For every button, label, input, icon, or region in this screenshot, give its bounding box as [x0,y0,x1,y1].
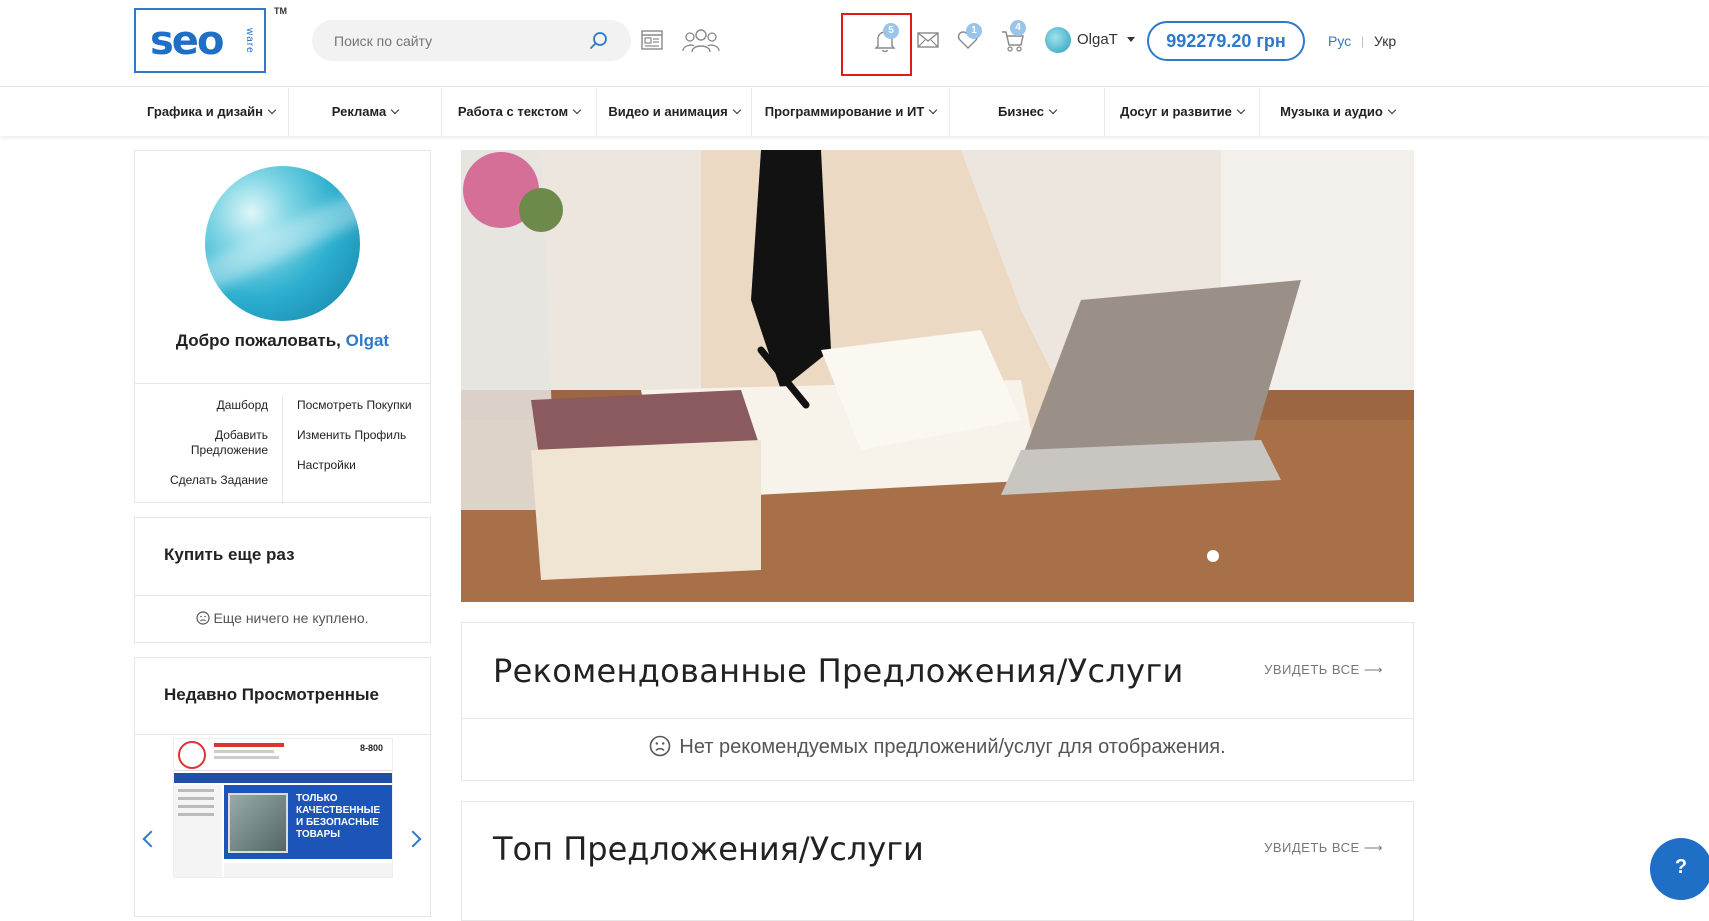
nav-label: Работа с текстом [457,104,569,119]
site-logo[interactable]: seo ware TM [134,6,287,73]
buy-again-empty-text: Еще ничего не куплено. [213,610,369,626]
search-input[interactable] [334,30,574,52]
balance-button[interactable]: 992279.20 грн [1147,21,1305,61]
username-label: OlgaT [1077,31,1118,48]
nav-label: Реклама [331,104,387,119]
next-arrow-icon[interactable] [404,830,422,848]
nav-label: Музыка и аудио [1280,104,1383,119]
nav-label: Графика и дизайн [147,104,263,119]
cart-badge: 4 [1010,20,1026,36]
lang-uk-link[interactable]: Укр [1374,33,1396,49]
welcome-message: Добро пожаловать, Olgat [135,331,430,351]
welcome-username[interactable]: Olgat [346,331,389,350]
recent-item-thumbnail[interactable]: 8-800 ТОЛЬКО КАЧЕСТВЕННЫЕ И БЕЗОПАСНЫЕ Т… [173,738,393,878]
logo-trademark: TM [274,6,287,16]
nav-item-business[interactable]: Бизнес [950,88,1105,136]
create-task-link[interactable]: Сделать Задание [148,473,268,488]
chevron-down-icon [1387,105,1397,115]
see-all-label: УВИДЕТЬ ВСЕ [1264,662,1360,677]
chevron-down-icon [390,105,400,115]
nav-label: Досуг и развитие [1120,104,1232,119]
recommended-empty-text: Нет рекомендуемых предложений/услуг для … [679,736,1226,758]
nav-label: Бизнес [998,104,1044,119]
buy-again-panel: Купить еще раз Еще ничего не куплено. [134,517,431,643]
store-logo [178,741,206,769]
recently-viewed-title: Недавно Просмотренные [164,685,380,704]
welcome-text: Добро пожаловать, [175,331,346,350]
nav-item-advertising[interactable]: Реклама [289,88,442,136]
hero-banner-image [461,150,1414,602]
see-all-label: УВИДЕТЬ ВСЕ [1264,840,1360,855]
buy-again-empty: Еще ничего не куплено. [135,610,430,626]
recommended-empty: Нет рекомендуемых предложений/услуг для … [462,735,1413,759]
recommended-see-all-link[interactable]: УВИДЕТЬ ВСЕ ⟶ [1264,662,1383,678]
category-nav: Графика и дизайн Реклама Работа с тексто… [0,88,1709,136]
store-phone: 8-800 [360,743,384,753]
nav-item-graphics[interactable]: Графика и дизайн [134,88,289,136]
community-icon[interactable] [682,27,720,53]
nav-item-leisure[interactable]: Досуг и развитие [1105,88,1260,136]
logo-subtext: ware [244,28,255,54]
add-offer-link[interactable]: Добавить Предложение [148,428,268,458]
chevron-down-icon [1048,105,1058,115]
profile-picture[interactable] [205,166,360,321]
divider [135,734,430,735]
search-icon[interactable] [589,31,609,51]
carousel-dot[interactable] [1207,550,1219,562]
lang-separator: | [1361,34,1365,48]
chevron-down-icon [267,105,277,115]
thumbnail-banner-text: ТОЛЬКО КАЧЕСТВЕННЫЕ И БЕЗОПАСНЫЕ ТОВАРЫ [296,793,381,840]
buy-again-title: Купить еще раз [164,545,295,564]
mail-icon[interactable] [917,31,939,49]
nav-label: Программирование и ИТ [764,104,925,119]
top-bar: seo ware TM 5 1 [0,0,1709,87]
recommended-title: Рекомендованные Предложения/Услуги [493,652,1184,690]
divider [462,718,1413,719]
nav-item-programming[interactable]: Программирование и ИТ [752,88,950,136]
dashboard-link[interactable]: Дашборд [148,398,268,413]
sad-face-icon [650,735,671,757]
profile-panel: Добро пожаловать, Olgat Дашборд Добавить… [134,150,431,504]
nav-item-text[interactable]: Работа с текстом [442,88,597,136]
top-offers-see-all-link[interactable]: УВИДЕТЬ ВСЕ ⟶ [1264,840,1383,856]
divider [135,383,430,384]
sad-face-icon [196,611,211,625]
logo-wordmark: seo [150,18,224,64]
chevron-down-icon [1236,105,1246,115]
search-box [312,20,631,61]
chevron-down-icon [572,105,582,115]
edit-profile-link[interactable]: Изменить Профиль [297,428,406,443]
favorites-badge: 1 [966,23,982,39]
divider [135,595,430,596]
caret-down-icon [1127,37,1135,42]
help-button[interactable]: ? [1650,838,1709,900]
recently-viewed-panel: Недавно Просмотренные 8-800 ТОЛЬКО КАЧЕС… [134,657,431,917]
avatar [1045,27,1071,53]
news-icon[interactable] [640,28,664,52]
notifications-badge: 5 [883,23,899,39]
chevron-down-icon [929,105,938,115]
hero-illustration [461,150,1414,602]
view-purchases-link[interactable]: Посмотреть Покупки [297,398,412,413]
thumbnail-banner: ТОЛЬКО КАЧЕСТВЕННЫЕ И БЕЗОПАСНЫЕ ТОВАРЫ [224,785,392,859]
divider [282,396,283,504]
prev-arrow-icon[interactable] [142,830,160,848]
nav-item-music[interactable]: Музыка и аудио [1260,88,1415,136]
nav-item-video[interactable]: Видео и анимация [597,88,752,136]
lang-ru-link[interactable]: Рус [1328,33,1351,49]
recommended-section: Рекомендованные Предложения/Услуги УВИДЕ… [461,622,1414,781]
top-offers-title: Топ Предложения/Услуги [493,830,924,868]
settings-link[interactable]: Настройки [297,458,356,473]
arrow-right-icon: ⟶ [1363,662,1383,677]
top-offers-section: Топ Предложения/Услуги УВИДЕТЬ ВСЕ ⟶ [461,801,1414,921]
chevron-down-icon [732,105,741,115]
arrow-right-icon: ⟶ [1363,840,1383,855]
nav-label: Видео и анимация [608,104,728,119]
